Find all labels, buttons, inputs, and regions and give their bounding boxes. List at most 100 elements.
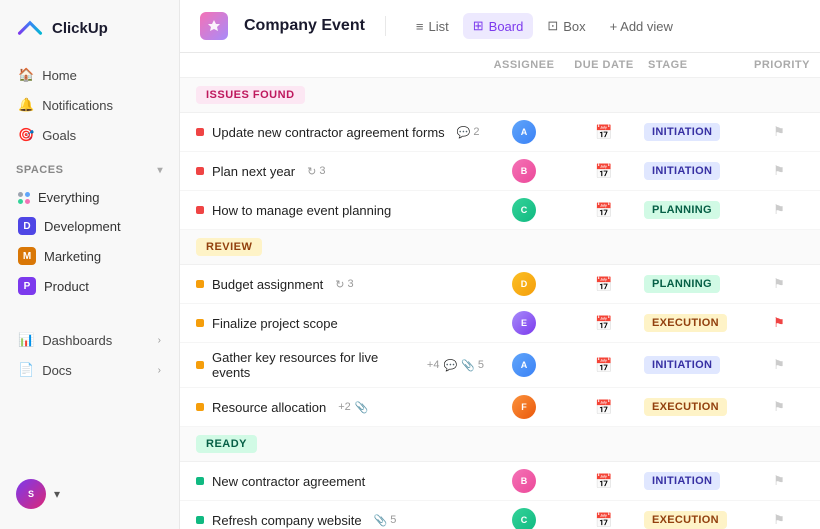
sidebar-item-goals[interactable]: 🎯 Goals [8,120,171,150]
sidebar-item-docs[interactable]: 📄 Docs › [8,355,171,385]
subtask-count: ↻ 3 [335,278,353,291]
flag-icon: ⚑ [773,202,785,218]
group-ready: READY New contractor agreement B 📅 INITI… [180,427,820,529]
date-cell: 📅 [564,276,644,293]
sidebar-item-label: Goals [42,128,76,143]
avatar: C [512,198,536,222]
avatar: F [512,395,536,419]
tab-list[interactable]: ≡ List [406,14,459,39]
assignee-cell: A [484,353,564,377]
table-row[interactable]: Plan next year ↻ 3 B 📅 INITIATION ⚑ [180,152,820,191]
avatar-image: S [16,479,46,509]
status-cell: INITIATION [644,472,754,490]
col-header-assignee: ASSIGNEE [484,59,564,71]
sidebar-item-product[interactable]: P Product [8,271,171,301]
task-left: Budget assignment ↻ 3 [196,277,484,292]
calendar-icon: 📅 [595,315,612,332]
task-dot [196,403,204,411]
flag-icon: ⚑ [773,357,785,373]
avatar-name: ▾ [54,487,60,501]
table-row[interactable]: Gather key resources for live events +4 … [180,343,820,388]
tab-board[interactable]: ⊞ Board [463,13,534,39]
sidebar-item-label: Dashboards [42,333,112,348]
col-header-priority: PRIORITY [754,59,804,71]
sidebar-item-label: Notifications [42,98,113,113]
sidebar-item-label: Everything [38,190,99,205]
board-content: ASSIGNEE DUE DATE STAGE PRIORITY ISSUES … [180,53,820,529]
comment-count: 💬 [443,359,457,372]
priority-cell: ⚑ [754,124,804,140]
task-name: Budget assignment [212,277,323,292]
subtask-icon: ↻ [307,165,316,178]
group-header-review[interactable]: REVIEW [180,230,820,265]
attach-count: 📎 [355,401,369,414]
user-avatar[interactable]: S ▾ [0,469,179,519]
table-row[interactable]: New contractor agreement B 📅 INITIATION … [180,462,820,501]
priority-cell: ⚑ [754,473,804,489]
assignee-cell: D [484,272,564,296]
col-header-stage: STAGE [644,59,754,71]
sidebar-item-marketing[interactable]: M Marketing [8,241,171,271]
task-name: Plan next year [212,164,295,179]
sidebar-bottom: 📊 Dashboards › 📄 Docs › [0,321,179,389]
task-meta: ↻ 3 [307,165,325,178]
status-badge: INITIATION [644,356,720,374]
sidebar-item-label: Marketing [44,249,101,264]
sidebar: ClickUp 🏠 Home 🔔 Notifications 🎯 Goals S… [0,0,180,529]
comment-icon: 💬 [457,126,471,139]
group-issues: ISSUES FOUND Update new contractor agree… [180,78,820,230]
sidebar-item-label: Home [42,68,77,83]
status-badge: INITIATION [644,123,720,141]
sidebar-item-development[interactable]: D Development [8,211,171,241]
assignee-cell: C [484,198,564,222]
attach-icon: 📎 [374,514,388,527]
comment-icon: 💬 [443,359,457,372]
avatar: B [512,469,536,493]
table-row[interactable]: Finalize project scope E 📅 EXECUTION ⚑ [180,304,820,343]
priority-cell: ⚑ [754,276,804,292]
status-badge: INITIATION [644,472,720,490]
sidebar-item-home[interactable]: 🏠 Home [8,60,171,90]
status-cell: EXECUTION [644,398,754,416]
sidebar-item-everything[interactable]: Everything [8,184,171,211]
attach-count: 📎 5 [374,514,397,527]
add-view-button[interactable]: + Add view [600,14,683,39]
task-left: Gather key resources for live events +4 … [196,350,484,380]
task-meta: 💬 2 [457,126,480,139]
flag-icon: ⚑ [773,124,785,140]
table-row[interactable]: How to manage event planning C 📅 PLANNIN… [180,191,820,230]
group-badge-ready: READY [196,435,484,453]
sidebar-item-notifications[interactable]: 🔔 Notifications [8,90,171,120]
task-name: Finalize project scope [212,316,338,331]
date-cell: 📅 [564,202,644,219]
list-icon: ≡ [416,19,424,34]
space-icon: M [18,247,36,265]
tab-box[interactable]: ⊡ Box [537,13,595,39]
subtask-count: ↻ 3 [307,165,325,178]
date-cell: 📅 [564,357,644,374]
sidebar-item-label: Docs [42,363,72,378]
task-left: How to manage event planning [196,203,484,218]
status-badge: EXECUTION [644,314,727,332]
logo[interactable]: ClickUp [0,0,179,56]
sidebar-item-dashboards[interactable]: 📊 Dashboards › [8,325,171,355]
table-row[interactable]: Update new contractor agreement forms 💬 … [180,113,820,152]
table-row[interactable]: Budget assignment ↻ 3 D 📅 PLANNING ⚑ [180,265,820,304]
group-review: REVIEW Budget assignment ↻ 3 D 📅 [180,230,820,427]
table-row[interactable]: Resource allocation +2 📎 F 📅 EXECUTION ⚑ [180,388,820,427]
group-header-ready[interactable]: READY [180,427,820,462]
task-left: New contractor agreement [196,474,484,489]
group-header-issues[interactable]: ISSUES FOUND [180,78,820,113]
date-cell: 📅 [564,512,644,529]
main-nav: 🏠 Home 🔔 Notifications 🎯 Goals [0,56,179,154]
avatar: D [512,272,536,296]
chevron-right-icon: › [158,335,161,346]
bell-icon: 🔔 [18,97,34,113]
table-row[interactable]: Refresh company website 📎 5 C 📅 EXECUTIO… [180,501,820,529]
task-left: Refresh company website 📎 5 [196,513,484,528]
avatar: A [512,353,536,377]
task-dot [196,128,204,136]
date-cell: 📅 [564,473,644,490]
target-icon: 🎯 [18,127,34,143]
task-dot [196,167,204,175]
